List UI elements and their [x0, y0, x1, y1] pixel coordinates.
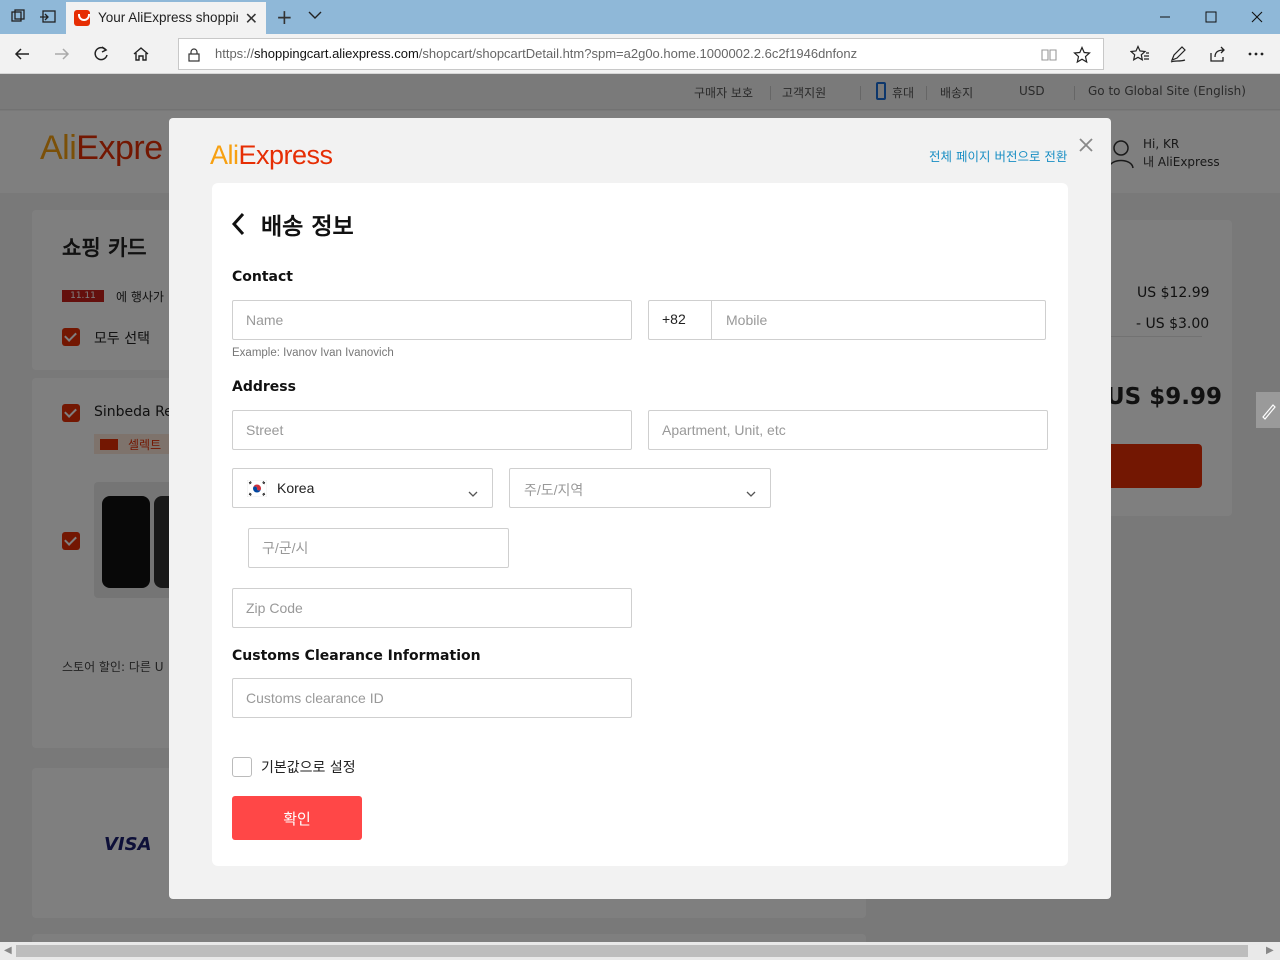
chevron-down-icon: [468, 484, 478, 497]
customs-label: Customs Clearance Information: [232, 648, 481, 664]
horizontal-scrollbar[interactable]: ◀ ▶: [0, 942, 1280, 960]
back-arrow-icon[interactable]: [229, 211, 249, 237]
maximize-icon[interactable]: [1188, 0, 1234, 34]
close-icon[interactable]: ✕: [245, 9, 258, 28]
more-icon[interactable]: [1244, 42, 1268, 66]
shipping-form: 배송 정보 Contact +82 Example: Ivanov Ivan I…: [212, 183, 1068, 866]
close-icon[interactable]: [1075, 134, 1097, 156]
set-aside-icon[interactable]: [38, 7, 58, 27]
tab-title: Your AliExpress shoppin: [98, 10, 238, 25]
province-select[interactable]: 주/도/지역: [509, 468, 771, 508]
reading-view-icon[interactable]: [1039, 45, 1059, 65]
url-text[interactable]: https://shoppingcart.aliexpress.com/shop…: [215, 46, 857, 61]
modal-logo: AliExpress: [210, 140, 333, 170]
full-page-version-link[interactable]: 전체 페이지 버전으로 전환: [929, 146, 1067, 165]
phone-field: +82: [648, 300, 1046, 340]
name-hint: Example: Ivanov Ivan Ivanovich: [232, 347, 394, 359]
back-icon[interactable]: [10, 42, 34, 66]
url-path: /shopcart/shopcartDetail.htm?spm=a2g0o.h…: [418, 46, 858, 61]
set-default-label[interactable]: 기본값으로 설정: [261, 757, 356, 777]
scroll-left-arrow[interactable]: ◀: [4, 945, 12, 956]
forward-icon[interactable]: [50, 42, 74, 66]
browser-nav-bar: https://shoppingcart.aliexpress.com/shop…: [0, 34, 1280, 74]
country-value: Korea: [277, 480, 315, 496]
mobile-input[interactable]: [713, 301, 1045, 339]
scroll-right-arrow[interactable]: ▶: [1266, 945, 1274, 956]
home-icon[interactable]: [129, 42, 153, 66]
pen-icon[interactable]: [1166, 42, 1190, 66]
share-icon[interactable]: [1206, 42, 1230, 66]
flag-korea-icon: [246, 479, 268, 498]
city-input[interactable]: [248, 528, 509, 568]
province-placeholder: 주/도/지역: [524, 482, 584, 498]
aliexpress-favicon-icon: [74, 10, 90, 26]
side-feedback-tab[interactable]: [1256, 392, 1280, 428]
name-input[interactable]: [232, 300, 632, 340]
url-prefix: https://: [215, 46, 255, 61]
tab-actions-icon[interactable]: [8, 7, 28, 27]
zip-code-input[interactable]: [232, 588, 632, 628]
chevron-down-icon[interactable]: [308, 7, 322, 21]
scrollbar-thumb[interactable]: [16, 945, 1248, 957]
modal-title: 배송 정보: [261, 214, 354, 240]
phone-country-code[interactable]: +82: [649, 301, 712, 339]
new-tab-icon[interactable]: +: [276, 5, 293, 29]
shipping-info-modal: AliExpress 전체 페이지 버전으로 전환 배송 정보 Contact …: [169, 118, 1111, 899]
url-host: shoppingcart.aliexpress.com: [254, 46, 419, 61]
lock-icon: [188, 47, 200, 62]
customs-id-input[interactable]: [232, 678, 632, 718]
street-input[interactable]: [232, 410, 632, 450]
browser-tab-bar: Your AliExpress shoppin ✕ +: [0, 0, 1280, 34]
refresh-icon[interactable]: [89, 42, 113, 66]
favorite-star-icon[interactable]: [1072, 45, 1092, 65]
minimize-icon[interactable]: [1142, 0, 1188, 34]
contact-label: Contact: [232, 269, 293, 285]
set-default-checkbox[interactable]: [232, 757, 252, 777]
active-tab[interactable]: Your AliExpress shoppin ✕: [66, 0, 266, 34]
address-label: Address: [232, 379, 296, 395]
country-select[interactable]: Korea: [232, 468, 493, 508]
favorites-icon[interactable]: [1128, 42, 1152, 66]
chevron-down-icon: [746, 484, 756, 497]
confirm-button[interactable]: 확인: [232, 796, 362, 840]
apartment-input[interactable]: [648, 410, 1048, 450]
address-bar[interactable]: https://shoppingcart.aliexpress.com/shop…: [178, 38, 1104, 70]
window-close-icon[interactable]: [1234, 0, 1280, 34]
